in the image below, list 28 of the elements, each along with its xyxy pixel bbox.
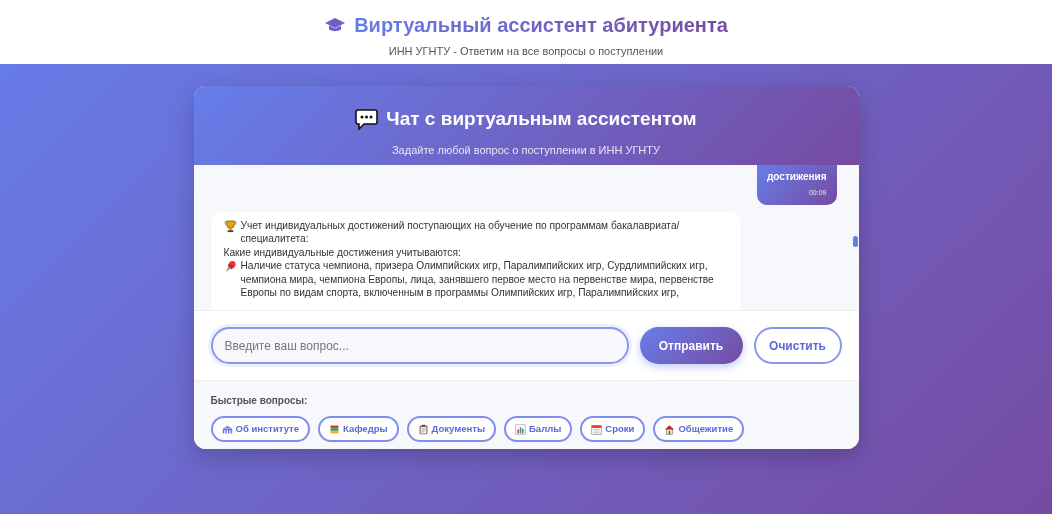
quick-question-button[interactable]: Документы [406, 416, 497, 442]
quick-question-button[interactable]: Общежитие [653, 416, 745, 442]
message-text: достижения [766, 170, 827, 184]
clipboard-icon [417, 423, 429, 435]
clear-button[interactable]: Очистить [753, 327, 842, 364]
send-button[interactable]: Отправить [639, 327, 743, 364]
house-icon [664, 423, 676, 435]
message-text: Какие индивидуальные достижения учитываются: [223, 245, 461, 260]
quick-questions-label: Быстрые вопросы: [210, 394, 309, 408]
quick-question-button[interactable]: Кафедры [318, 416, 399, 442]
building-icon [221, 423, 233, 435]
quick-question-button[interactable]: Об институте [210, 416, 310, 442]
scrollbar-thumb[interactable] [852, 236, 858, 247]
page-subtitle: ИНН УГНТУ - Ответим на все вопросы о поступлении [387, 44, 665, 59]
quick-question-button[interactable]: Баллы [504, 416, 573, 442]
trophy-icon [223, 219, 237, 233]
books-icon [329, 423, 340, 435]
bar-chart-icon [515, 423, 527, 435]
chat-title: Чат с виртуальным ассистентом [386, 107, 697, 131]
quick-question-button[interactable]: Сроки [580, 416, 646, 442]
chat-subtitle: Задайте любой вопрос о поступлении в ИНН УГНТУ [391, 142, 661, 158]
message-text: Наличие статуса чемпиона, призера Олимпийских игр, Паралимпийских игр, Сурдлимпийских игр, чемпиона мира, чемпиона Европы, лица, занявшего первое место на первенстве мира, первенстве Европы по видам спорта, включенным в программы Олимпийских игр, Паралимпийских игр, [240, 259, 715, 301]
graduation-cap-icon [324, 17, 347, 33]
message-text: Учет индивидуальных достижений поступающих на обучение по программам бакалавриата/специалитета: [240, 218, 681, 246]
pushpin-icon [223, 260, 237, 274]
speech-bubble-icon [355, 108, 379, 130]
calendar-icon [591, 423, 603, 435]
question-input-field[interactable]: Введите ваш вопрос... [210, 327, 629, 364]
